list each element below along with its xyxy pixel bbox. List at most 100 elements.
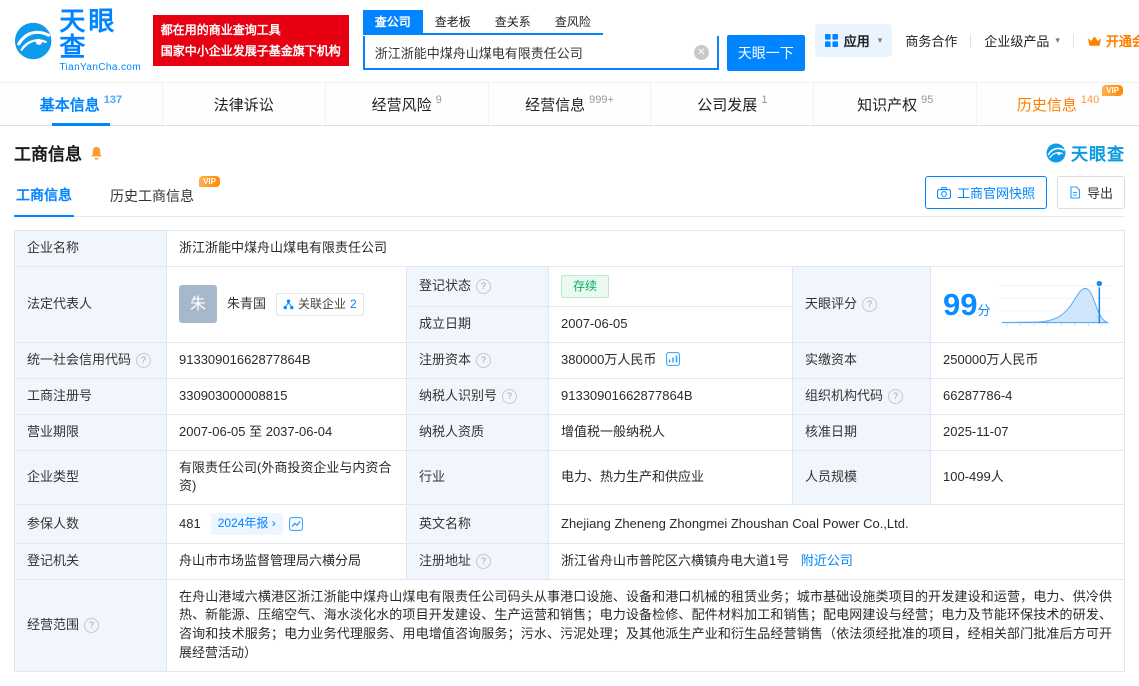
subtab-business-info[interactable]: 工商信息 xyxy=(14,175,74,217)
org-code-value: 66287786-4 xyxy=(930,377,1125,415)
info-icon[interactable]: ? xyxy=(862,297,878,313)
search-tab-risk[interactable]: 查风险 xyxy=(543,10,603,33)
score-chart xyxy=(998,280,1111,327)
table-row: 企业类型 有限责任公司(外商投资企业与内资合资) 行业 电力、热力生产和供应业 … xyxy=(14,449,1125,506)
annual-report-link[interactable]: 2024年报 › xyxy=(210,513,283,535)
table-row: 经营范围? 在舟山港域六横港区浙江浙能中煤舟山煤电有限责任公司码头从事港口设施、… xyxy=(14,578,1125,672)
search-tab-boss[interactable]: 查老板 xyxy=(423,10,483,33)
watermark-text: 天眼查 xyxy=(1071,145,1125,164)
slogan-line-2: 国家中小企业发展子基金旗下机构 xyxy=(160,43,341,58)
tianyancha-watermark-icon xyxy=(1046,143,1066,162)
term-value: 2007-06-05 至 2037-06-04 xyxy=(166,413,407,451)
open-vip-menu[interactable]: 开通会员 ▾ xyxy=(1087,31,1139,50)
info-icon[interactable]: ? xyxy=(888,388,904,404)
subtab-label: 历史工商信息 xyxy=(110,187,194,204)
chevron-down-icon: ▾ xyxy=(877,35,883,45)
chevron-down-icon: ▾ xyxy=(1055,35,1060,45)
tab-label: 经营信息 xyxy=(525,96,586,114)
tab-count: 95 xyxy=(921,93,934,106)
approved-date-value: 2025-11-07 xyxy=(930,413,1125,451)
score-cell: 99分 xyxy=(930,265,1125,344)
related-companies-icon xyxy=(283,299,294,310)
reg-no-value: 330903000008815 xyxy=(166,377,407,415)
reg-status-value: 存续 xyxy=(548,265,793,308)
legal-rep-name[interactable]: 朱青国 xyxy=(227,295,266,314)
search-input[interactable] xyxy=(364,36,717,68)
enterprise-products-menu[interactable]: 企业级产品 ▾ xyxy=(984,31,1060,50)
reg-status-label: 登记状态? xyxy=(406,265,549,308)
tab-intellectual-property[interactable]: 知识产权 95 xyxy=(813,83,976,125)
capital-analysis-icon[interactable] xyxy=(666,352,680,366)
credit-code-value: 91330901662877864B xyxy=(166,342,407,379)
divider xyxy=(970,33,972,48)
clear-search-icon[interactable]: ✕ xyxy=(693,44,709,60)
table-row: 营业期限 2007-06-05 至 2037-06-04 纳税人资质 增值税一般… xyxy=(14,413,1125,451)
tab-count: 140 xyxy=(1080,93,1100,106)
staff-size-value: 100-499人 xyxy=(930,449,1125,506)
term-label: 营业期限 xyxy=(14,413,167,451)
company-section-tabs: 基本信息 137 法律诉讼 经营风险 9 经营信息 999+ 公司发展 1 知识… xyxy=(0,82,1139,126)
tab-label: 公司发展 xyxy=(697,96,758,114)
tab-legal-proceedings[interactable]: 法律诉讼 xyxy=(161,83,325,125)
established-label: 成立日期 xyxy=(406,306,549,344)
subtab-history-business-info[interactable]: 历史工商信息 VIP xyxy=(108,175,220,216)
company-name-label: 企业名称 xyxy=(14,230,167,267)
legal-rep-label: 法定代表人 xyxy=(14,265,167,344)
table-row: 统一社会信用代码? 91330901662877864B 注册资本? 38000… xyxy=(14,342,1125,379)
insured-count-value: 481 2024年报 › xyxy=(166,504,407,544)
enterprise-products-label: 企业级产品 xyxy=(984,34,1050,49)
tab-operating-info[interactable]: 经营信息 999+ xyxy=(487,83,651,125)
tab-company-development[interactable]: 公司发展 1 xyxy=(650,83,813,125)
info-icon[interactable]: ? xyxy=(136,353,152,369)
industry-value: 电力、热力生产和供应业 xyxy=(548,449,793,506)
search-tab-relation[interactable]: 查关系 xyxy=(483,10,543,33)
table-row: 工商注册号 330903000008815 纳税人识别号? 9133090166… xyxy=(14,377,1125,415)
table-row: 企业名称 浙江浙能中煤舟山煤电有限责任公司 xyxy=(14,230,1125,267)
insured-trend-icon[interactable] xyxy=(288,517,303,531)
tab-count: 999+ xyxy=(589,93,614,106)
company-type-label: 企业类型 xyxy=(14,449,167,506)
snapshot-label: 工商官网快照 xyxy=(956,186,1035,201)
info-icon[interactable]: ? xyxy=(84,617,100,633)
company-name-value: 浙江浙能中煤舟山煤电有限责任公司 xyxy=(166,230,1125,267)
tab-count: 9 xyxy=(435,93,442,106)
logo-text-cn: 天眼查 xyxy=(59,6,118,62)
info-icon[interactable]: ? xyxy=(476,279,492,295)
info-icon[interactable]: ? xyxy=(476,353,492,369)
tab-history-info[interactable]: 历史信息 140 VIP xyxy=(976,83,1139,125)
apps-grid-icon xyxy=(824,34,838,47)
info-icon[interactable]: ? xyxy=(502,388,518,404)
tianyancha-logo[interactable]: 天眼查 TianYanCha.com xyxy=(14,8,143,73)
apps-menu[interactable]: 应用 ▾ xyxy=(814,24,893,57)
table-row: 登记机关 舟山市市场监督管理局六横分局 注册地址? 浙江省舟山市普陀区六横镇舟电… xyxy=(14,542,1125,580)
logo-text-en: TianYanCha.com xyxy=(59,62,142,73)
tax-qual-label: 纳税人资质 xyxy=(406,413,549,451)
nearby-companies-link[interactable]: 附近公司 xyxy=(801,553,853,568)
info-icon[interactable]: ? xyxy=(476,553,492,569)
search-button[interactable]: 天眼一下 xyxy=(726,35,805,71)
snapshot-camera-icon xyxy=(937,186,951,199)
business-info-card: 工商信息 天眼查 工商信息 历史工商信息 VIP 工商官网快照 导出 企业名称 … xyxy=(0,126,1139,686)
reg-authority-value: 舟山市市场监督管理局六横分局 xyxy=(166,542,407,580)
tab-label: 经营风险 xyxy=(371,96,432,114)
tab-operating-risk[interactable]: 经营风险 9 xyxy=(324,83,488,125)
search-input-wrap: ✕ xyxy=(362,36,719,70)
search-tab-company[interactable]: 查公司 xyxy=(362,10,423,33)
export-label: 导出 xyxy=(1086,186,1113,201)
vip-badge: VIP xyxy=(1102,85,1124,96)
related-count: 2 xyxy=(350,296,357,311)
top-header: 天眼查 TianYanCha.com 都在用的商业查询工具 国家中小企业发展子基… xyxy=(0,0,1139,79)
tab-basic-info[interactable]: 基本信息 137 xyxy=(0,83,162,126)
legal-rep-avatar[interactable]: 朱 xyxy=(179,285,217,324)
subscribe-bell-icon[interactable] xyxy=(89,145,104,161)
export-button[interactable]: 导出 xyxy=(1056,176,1125,209)
related-companies-badge[interactable]: 关联企业 2 xyxy=(276,292,364,317)
score-widget[interactable]: 99分 xyxy=(943,278,1112,330)
search-tabs: 查公司 查老板 查关系 查风险 xyxy=(362,10,603,35)
business-cooperation-link[interactable]: 商务合作 xyxy=(905,31,957,50)
section-watermark: 天眼查 xyxy=(1046,140,1125,165)
related-label: 关联企业 xyxy=(298,296,347,311)
status-badge: 存续 xyxy=(561,274,610,299)
business-scope-label: 经营范围? xyxy=(14,578,167,672)
official-snapshot-button[interactable]: 工商官网快照 xyxy=(924,176,1047,209)
